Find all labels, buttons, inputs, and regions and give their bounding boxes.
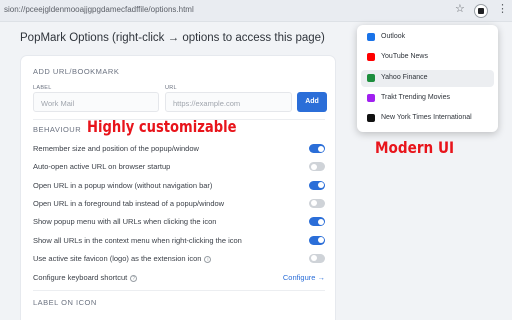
popup-menu-item[interactable]: Trakt Trending Movies — [361, 90, 494, 107]
browser-toolbar: sion://pceejgldenmooajjgpgdamecfadffile/… — [0, 0, 512, 22]
behaviour-section-title: BEHAVIOUR — [33, 125, 82, 134]
popup-menu-item-label: Trakt Trending Movies — [381, 93, 450, 101]
add-url-section-title: ADD URL/BOOKMARK — [33, 67, 120, 76]
behaviour-option-toggle[interactable] — [309, 162, 325, 172]
yahoo-finance-icon — [367, 73, 375, 82]
popup-menu-item-label: Outlook — [381, 33, 406, 40]
youtube-icon — [367, 53, 375, 62]
divider — [33, 290, 325, 291]
behaviour-option-toggle[interactable] — [309, 144, 325, 153]
popup-menu-item-label: YouTube News — [381, 53, 428, 61]
behaviour-option-row: Show popup menu with all URLs when click… — [33, 216, 325, 228]
promo-customizable: Highly customizable — [87, 117, 237, 136]
behaviour-option-label: Remember size and position of the popup/… — [33, 144, 199, 153]
options-card: ADD URL/BOOKMARK LABEL Work Mail URL htt… — [20, 55, 336, 320]
behaviour-option-row: Use active site favicon (logo) as the ex… — [33, 253, 325, 265]
nyt-icon — [367, 114, 375, 123]
info-icon: i — [204, 255, 212, 263]
popup-menu-item[interactable]: Outlook — [361, 29, 494, 46]
behaviour-option-toggle[interactable] — [309, 180, 325, 190]
url-caption: URL — [165, 85, 177, 91]
popup-menu: Outlook YouTube News Yahoo Finance Trakt Tr… — [357, 25, 498, 132]
trakt-icon — [367, 93, 375, 102]
behaviour-option-row: Auto-open active URL on browser startup — [33, 161, 325, 173]
label-input[interactable]: Work Mail — [33, 92, 159, 112]
behaviour-option-toggle[interactable] — [309, 235, 325, 245]
page-title: PopMark Options (right-click → options t… — [20, 32, 325, 44]
popup-menu-item-label: Yahoo Finance — [381, 73, 428, 81]
popup-menu-item[interactable]: Yahoo Finance — [361, 69, 494, 87]
behaviour-option-toggle[interactable] — [309, 198, 325, 208]
outlook-icon — [367, 33, 375, 41]
popup-menu-item[interactable]: New York Times International — [361, 110, 494, 127]
configure-shortcut-link[interactable]: Configure → — [283, 273, 325, 282]
behaviour-option-label: Show popup menu with all URLs when click… — [33, 217, 217, 227]
label-on-icon-section-title: LABEL ON ICON — [33, 298, 97, 307]
promo-modern-ui: Modern UI — [375, 138, 455, 157]
behaviour-option-label: Show all URLs in the context menu when r… — [33, 235, 242, 245]
label-caption: LABEL — [33, 85, 52, 91]
behaviour-option-label: Auto-open active URL on browser startup — [33, 162, 171, 172]
behaviour-option-row: Remember size and position of the popup/… — [33, 143, 325, 155]
popmark-icon[interactable] — [474, 4, 488, 18]
behaviour-option-label: Open URL in a popup window (without navi… — [33, 180, 213, 190]
help-icon: ? — [130, 275, 138, 282]
star-icon[interactable]: ☆ — [455, 4, 465, 15]
behaviour-option-toggle[interactable] — [309, 217, 325, 227]
kebab-menu-icon[interactable]: ⋮ — [497, 4, 508, 15]
address-bar[interactable]: sion://pceejgldenmooajjgpgdamecfadffile/… — [4, 5, 194, 14]
behaviour-option-row: Open URL in a popup window (without navi… — [33, 180, 325, 192]
popup-menu-item-label: New York Times International — [381, 114, 472, 122]
shortcut-label: Configure keyboard shortcut — [33, 273, 128, 282]
behaviour-option-label: Open URL in a foreground tab instead of … — [33, 198, 225, 208]
behaviour-option-label: Use active site favicon (logo) as the ex… — [33, 253, 202, 263]
behaviour-option-toggle[interactable] — [309, 253, 325, 263]
behaviour-option-row: Open URL in a foreground tab instead of … — [33, 198, 325, 210]
add-button[interactable]: Add — [297, 92, 327, 112]
behaviour-option-row: Show all URLs in the context menu when r… — [33, 235, 325, 247]
shortcut-row: Configure keyboard shortcut? Configure → — [33, 272, 325, 284]
url-input[interactable]: https://example.com — [165, 92, 292, 112]
popup-menu-item[interactable]: YouTube News — [361, 49, 494, 66]
